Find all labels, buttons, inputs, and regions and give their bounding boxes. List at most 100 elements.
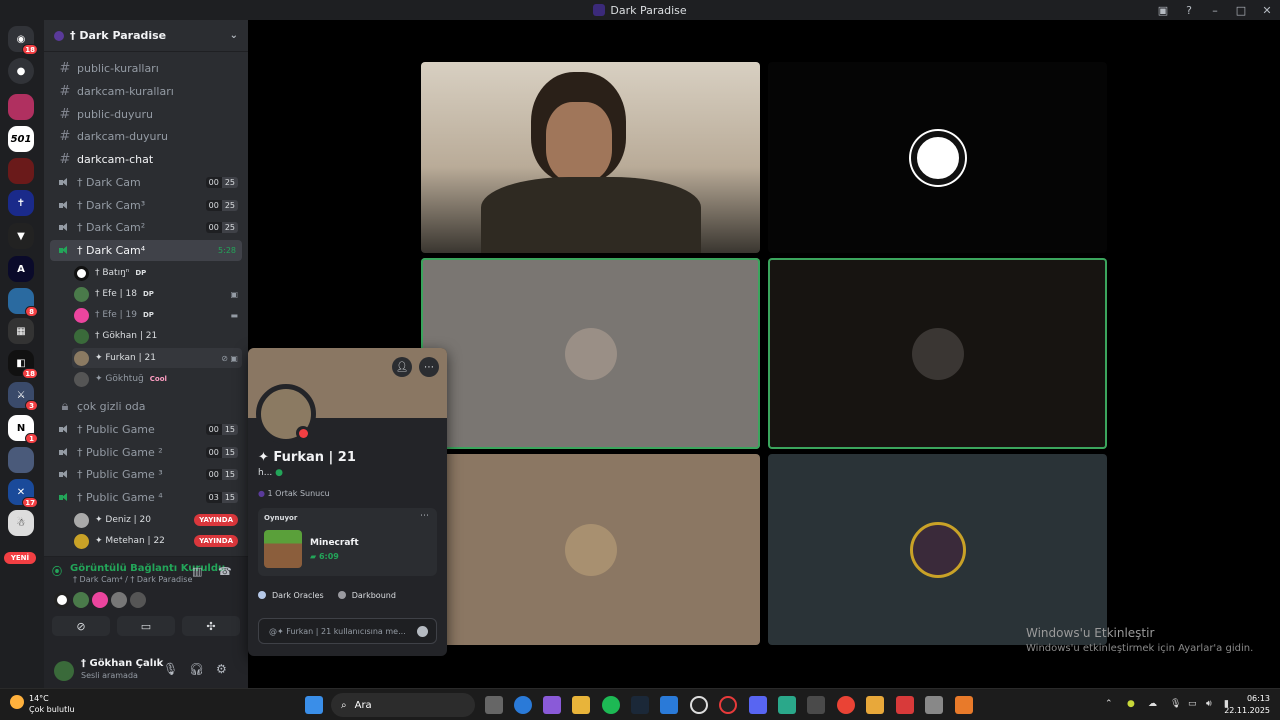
microphone-icon[interactable]: 🎙︎ (1170, 699, 1181, 709)
video-tile-avatar[interactable] (768, 62, 1107, 253)
voice-channel-public-game[interactable]: † Public Game 00 15 (50, 419, 242, 440)
add-friend-icon[interactable]: 👤︎ (392, 357, 412, 377)
minimize-button[interactable]: – (1202, 4, 1228, 17)
tray-overflow-icon[interactable]: ⌃ (1105, 699, 1113, 709)
chevron-down-icon[interactable]: ⌄ (230, 30, 238, 41)
edge-icon[interactable] (514, 696, 532, 714)
server-icon[interactable]: N1 (8, 415, 38, 444)
voice-channel-dark-cam[interactable]: † Dark Cam 00 25 (50, 172, 242, 193)
copilot-icon[interactable] (543, 696, 561, 714)
server-icon[interactable]: 8 (8, 288, 38, 317)
app-icon[interactable] (807, 696, 825, 714)
disconnect-icon[interactable]: ☎ (218, 565, 232, 578)
noise-suppression-icon[interactable]: ▥ (192, 565, 202, 578)
direct-messages-icon[interactable]: ● (8, 58, 34, 84)
weather-temp: 14°C (29, 694, 49, 703)
video-tile-avatar[interactable] (421, 454, 760, 645)
camera-off-button[interactable]: ⊘ (52, 616, 110, 636)
channel-public-duyuru[interactable]: # public-duyuru (50, 104, 242, 125)
file-explorer-icon[interactable] (572, 696, 590, 714)
opera-icon[interactable] (719, 696, 737, 714)
video-tile-avatar[interactable] (768, 454, 1107, 645)
volume-icon[interactable]: 🔊︎ (1206, 699, 1212, 709)
server-icon[interactable]: ◧ 18 (8, 350, 38, 379)
server-icon[interactable] (8, 447, 34, 473)
video-tile-camera[interactable] (421, 62, 760, 253)
screen-share-button[interactable]: ▭ (117, 616, 175, 636)
server-icon[interactable]: ▼ (8, 223, 34, 249)
voice-member[interactable]: ✦ Deniz | 20 YAYINDA (72, 510, 242, 530)
server-icon[interactable]: ▦ (8, 318, 34, 344)
taskbar-search[interactable]: ⌕ Ara (331, 693, 475, 717)
steam-icon[interactable] (631, 696, 649, 714)
headphones-icon[interactable]: 🎧︎ (189, 662, 204, 676)
app-icon[interactable] (778, 696, 796, 714)
discord-home-icon[interactable]: ◉ 18 (8, 26, 38, 55)
emoji-icon[interactable] (417, 626, 428, 637)
locked-channel[interactable]: 🔒︎ çok gizli oda (50, 396, 242, 417)
maximize-button[interactable]: □ (1228, 4, 1254, 17)
guild-header[interactable]: † Dark Paradise ⌄ (44, 20, 248, 52)
voice-member[interactable]: † Efe | 18 DP ▣ (72, 284, 242, 304)
vscode-icon[interactable] (660, 696, 678, 714)
cloud-icon[interactable]: ☁ (1148, 699, 1157, 709)
voice-channel-dark-cam-4[interactable]: † Dark Cam⁴ 5:28 (50, 240, 242, 261)
network-icon[interactable]: ▭ (1188, 699, 1197, 709)
server-icon[interactable] (8, 94, 34, 120)
voice-member[interactable]: † Batıŋⁿ DP (72, 263, 242, 283)
server-rail: ◉ 18 ● 501 ✝ ▼ A 8 ▦ ◧ 18 ⚔ 3 N1 ✕ 17 ☃ YENİ (0, 20, 44, 688)
voice-channel-public-game-3[interactable]: † Public Game ³ 00 15 (50, 464, 242, 485)
message-input[interactable]: @✦ Furkan | 21 kullanıcısına me... (258, 618, 437, 644)
voice-channel-dark-cam-3[interactable]: † Dark Cam³ 00 25 (50, 195, 242, 216)
app-icon[interactable] (896, 696, 914, 714)
speaker-icon (58, 200, 72, 211)
server-icon[interactable] (8, 158, 34, 184)
avatar[interactable] (54, 661, 74, 681)
voice-member[interactable]: ✦ Metehan | 22 YAYINDA (72, 531, 242, 551)
spotify-icon[interactable] (602, 696, 620, 714)
activities-button[interactable]: ✣ (182, 616, 240, 636)
channel-darkcam-kurallari[interactable]: # darkcam-kuralları (50, 81, 242, 102)
server-icon[interactable]: ✝ (8, 190, 34, 216)
channel-public-kurallari[interactable]: # public-kuralları (50, 58, 242, 79)
server-icon[interactable]: ✕ 17 (8, 479, 38, 508)
help-icon[interactable]: ? (1176, 4, 1202, 17)
close-button[interactable]: ✕ (1254, 4, 1280, 17)
channel-darkcam-duyuru[interactable]: # darkcam-duyuru (50, 126, 242, 147)
video-tile-avatar[interactable] (421, 258, 760, 449)
weather-widget[interactable]: 14°C Çok bulutlu (10, 693, 75, 715)
voice-member[interactable]: † Efe | 19 DP ▬ (72, 305, 242, 325)
tray-app-icon[interactable]: ● (1127, 699, 1135, 709)
connection-location[interactable]: † Dark Cam⁴ / † Dark Paradise (73, 575, 192, 584)
voice-channel-dark-cam-2[interactable]: † Dark Cam² 00 25 (50, 217, 242, 238)
server-icon[interactable]: ⚔ 3 (8, 382, 38, 411)
avatar (73, 592, 89, 608)
settings-gear-icon[interactable]: ⚙ (216, 662, 227, 676)
voice-member[interactable]: † Gökhan | 21 (72, 326, 242, 346)
server-icon[interactable]: A (8, 256, 34, 282)
more-options-icon[interactable]: ⋯ (419, 357, 439, 377)
microphone-icon[interactable]: 🎙︎ (163, 662, 178, 676)
server-icon[interactable]: 501 (8, 126, 34, 152)
start-menu-icon[interactable] (305, 696, 323, 714)
more-icon[interactable]: ⋯ (420, 511, 429, 521)
channel-darkcam-chat[interactable]: # darkcam-chat (50, 149, 242, 170)
store-icon[interactable] (925, 696, 943, 714)
app-icon[interactable] (866, 696, 884, 714)
mutual-servers[interactable]: ● 1 Ortak Sunucu (258, 489, 330, 498)
obs-icon[interactable] (690, 696, 708, 714)
role-darkbound[interactable]: Darkbound (337, 591, 396, 600)
video-tile-avatar[interactable] (768, 258, 1107, 449)
task-view-icon[interactable] (485, 696, 503, 714)
server-icon[interactable]: ☃ (8, 510, 34, 536)
discord-icon[interactable] (749, 696, 767, 714)
inbox-icon[interactable]: ▣ (1150, 4, 1176, 17)
system-clock[interactable]: 06:13 22.11.2025 (1224, 693, 1270, 717)
chrome-icon[interactable] (837, 696, 855, 714)
voice-member[interactable]: ✦ Gökhtuğ Cool (72, 369, 242, 389)
voice-channel-public-game-4[interactable]: † Public Game ⁴ 03 15 (50, 487, 242, 508)
role-dark-oracles[interactable]: Dark Oracles (258, 591, 324, 600)
voice-channel-public-game-2[interactable]: † Public Game ² 00 15 (50, 442, 242, 463)
app-icon[interactable] (955, 696, 973, 714)
voice-member[interactable]: ✦ Furkan | 21 ⊘ ▣ (72, 348, 242, 368)
